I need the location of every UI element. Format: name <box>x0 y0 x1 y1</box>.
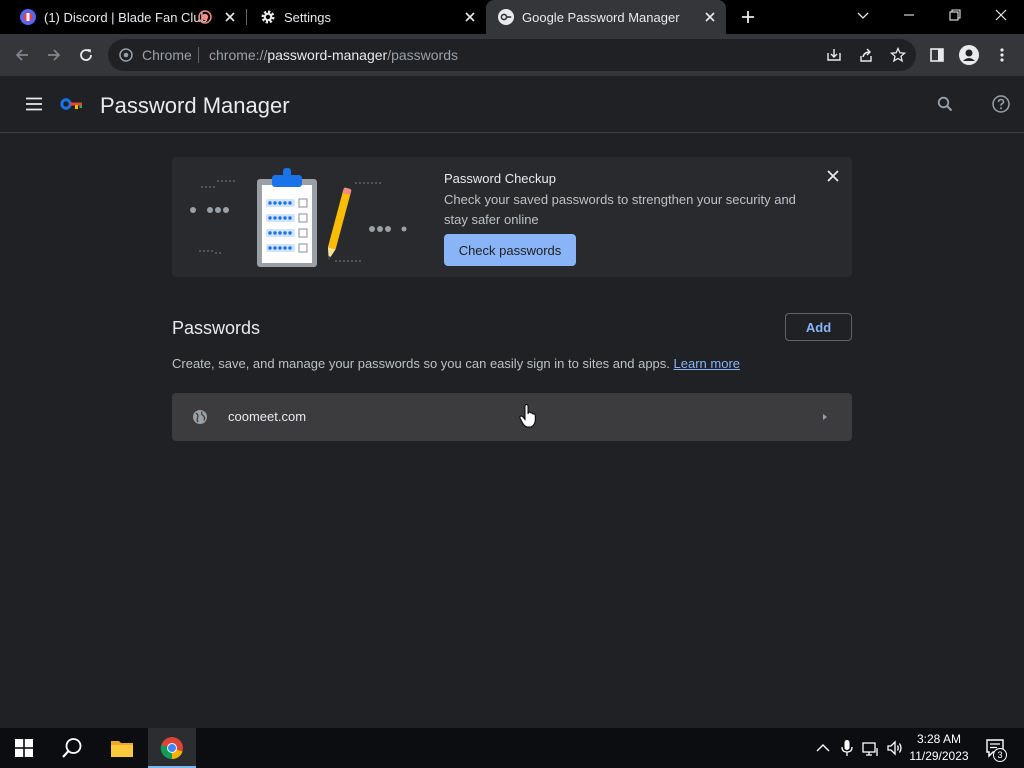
clock-date: 11/29/2023 <box>909 749 969 763</box>
search-icon <box>937 96 953 112</box>
omnibox-divider <box>198 47 199 63</box>
avatar-icon <box>959 45 979 65</box>
passwords-description: Create, save, and manage your passwords … <box>172 356 740 371</box>
chevron-down-icon <box>857 12 869 19</box>
share-button[interactable] <box>852 41 880 69</box>
password-site-name: coomeet.com <box>228 409 307 424</box>
windows-logo-icon <box>15 739 33 757</box>
hand-cursor-icon <box>519 404 536 428</box>
recording-icon <box>198 10 212 24</box>
chevron-up-icon[interactable] <box>814 739 832 757</box>
help-icon <box>992 95 1010 113</box>
arrow-right-icon <box>823 414 827 420</box>
reload-icon <box>80 49 92 61</box>
checkup-description: Check your saved passwords to strengthen… <box>444 192 796 227</box>
network-icon[interactable] <box>862 739 880 757</box>
search-button[interactable] <box>931 90 959 118</box>
system-clock[interactable]: 3:28 AM 11/29/2023 <box>908 731 970 765</box>
tab-strip: (1) Discord | Blade Fan Club Settings Go… <box>0 0 1024 34</box>
chrome-taskbar-button[interactable] <box>148 728 196 768</box>
bookmark-button[interactable] <box>884 41 912 69</box>
plus-icon <box>742 11 754 23</box>
browser-toolbar: Chrome chrome://password-manager/passwor… <box>0 34 1024 76</box>
password-manager-key-icon <box>498 9 514 25</box>
password-checkup-card: Password Checkup Check your saved passwo… <box>172 157 852 277</box>
new-tab-button[interactable] <box>734 3 762 31</box>
close-icon <box>995 9 1007 21</box>
share-icon <box>860 48 872 62</box>
install-button[interactable] <box>820 41 848 69</box>
passwords-heading: Passwords <box>172 318 261 338</box>
windows-taskbar: 3:28 AM 11/29/2023 3 <box>0 728 1024 768</box>
speaker-icon[interactable] <box>886 739 904 757</box>
notification-count-badge: 3 <box>993 748 1007 762</box>
minimize-icon <box>904 14 914 16</box>
tab-title: Google Password Manager <box>522 9 680 25</box>
menu-button[interactable] <box>988 41 1016 69</box>
minimize-button[interactable] <box>886 0 932 30</box>
folder-icon <box>111 741 133 757</box>
close-window-button[interactable] <box>978 0 1024 30</box>
side-panel-icon <box>930 48 944 62</box>
forward-button[interactable] <box>40 41 68 69</box>
star-icon <box>890 47 906 63</box>
restore-icon <box>949 9 961 21</box>
tab-search-button[interactable] <box>840 0 886 30</box>
help-button[interactable] <box>987 90 1015 118</box>
discord-server-icon <box>20 9 36 25</box>
address-bar[interactable]: Chrome chrome://password-manager/passwor… <box>108 39 916 71</box>
screen: (1) Discord | Blade Fan Club Settings Go… <box>0 0 1024 768</box>
tab-title: (1) Discord | Blade Fan Club <box>44 9 208 25</box>
tab-settings[interactable]: Settings <box>240 0 486 34</box>
start-button[interactable] <box>0 728 48 768</box>
install-icon <box>827 49 841 61</box>
learn-more-link[interactable]: Learn more <box>674 356 740 371</box>
file-explorer-button[interactable] <box>98 728 146 768</box>
reload-button[interactable] <box>72 41 100 69</box>
back-button[interactable] <box>8 41 36 69</box>
search-icon <box>62 738 82 758</box>
checkup-title: Password Checkup <box>444 171 556 186</box>
page-title: Password Manager <box>100 93 290 118</box>
tab-discord[interactable]: (1) Discord | Blade Fan Club <box>0 0 246 34</box>
chrome-icon <box>160 737 183 760</box>
chrome-icon <box>119 48 133 62</box>
tab-password-manager[interactable]: Google Password Manager <box>486 0 726 34</box>
password-manager-logo-icon <box>60 98 82 110</box>
globe-icon <box>193 410 207 424</box>
url-text: chrome://password-manager/passwords <box>209 47 458 63</box>
hamburger-icon <box>26 97 42 111</box>
gear-icon <box>261 10 275 24</box>
side-panel-button[interactable] <box>923 41 951 69</box>
taskbar-search-button[interactable] <box>48 728 96 768</box>
close-icon[interactable] <box>824 167 842 185</box>
tab-title: Settings <box>284 9 331 25</box>
add-password-button[interactable]: Add <box>785 313 852 341</box>
hamburger-menu-button[interactable] <box>20 90 48 118</box>
checkup-illustration-icon <box>190 168 407 267</box>
url-host: password-manager <box>267 47 388 63</box>
action-center-button[interactable]: 3 <box>976 728 1016 768</box>
arrow-left-icon <box>15 49 28 61</box>
site-label: Chrome <box>142 47 192 63</box>
close-tab-icon[interactable] <box>462 9 478 25</box>
arrow-right-icon <box>48 49 61 61</box>
close-tab-icon[interactable] <box>222 9 238 25</box>
restore-button[interactable] <box>932 0 978 30</box>
kebab-menu-icon <box>1000 48 1004 62</box>
password-list-item[interactable]: coomeet.com <box>172 393 852 441</box>
url-path: /passwords <box>387 47 459 63</box>
app-header: Password Manager <box>0 76 1024 133</box>
url-scheme: chrome:// <box>209 47 268 63</box>
close-tab-icon[interactable] <box>702 9 718 25</box>
check-passwords-button[interactable]: Check passwords <box>444 234 576 266</box>
clock-time: 3:28 AM <box>916 732 962 746</box>
profile-button[interactable] <box>955 41 983 69</box>
passwords-description-text: Create, save, and manage your passwords … <box>172 356 670 371</box>
microphone-icon[interactable] <box>838 739 856 757</box>
